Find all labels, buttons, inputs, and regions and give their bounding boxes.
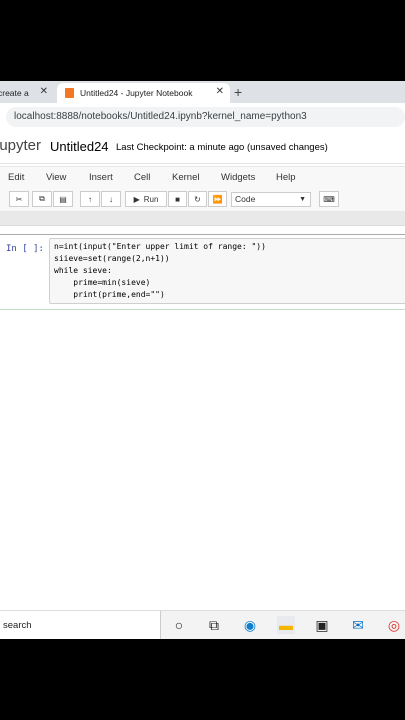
restart-icon: ↻ bbox=[194, 194, 201, 204]
restart-run-all-button[interactable]: ⏩ bbox=[208, 191, 227, 207]
stop-icon: ■ bbox=[175, 194, 180, 204]
menu-bar: Edit View Insert Cell Kernel Widgets Hel… bbox=[0, 166, 405, 190]
paste-icon: ▤ bbox=[59, 194, 67, 204]
menu-insert[interactable]: Insert bbox=[89, 172, 113, 183]
tab-label: Untitled24 - Jupyter Notebook bbox=[80, 88, 193, 98]
new-tab-icon[interactable]: + bbox=[234, 84, 242, 100]
cut-button[interactable]: ✂ bbox=[9, 191, 29, 207]
scissors-icon: ✂ bbox=[15, 194, 23, 204]
input-prompt: In [ ]: bbox=[6, 244, 44, 254]
chrome-icon[interactable]: ◎ bbox=[385, 616, 403, 634]
copy-button[interactable]: ⧉ bbox=[32, 191, 52, 207]
menu-help[interactable]: Help bbox=[276, 172, 296, 183]
code-cell[interactable]: In [ ]: n=int(input("Enter upper limit o… bbox=[0, 234, 405, 310]
arrow-up-icon: ↑ bbox=[88, 194, 92, 204]
toolbar: ✂ ⧉ ▤ ↑ ↓ ▶ Run ■ ↻ ⏩ Code ▼ ⌨ bbox=[0, 189, 405, 212]
move-down-button[interactable]: ↓ bbox=[101, 191, 121, 207]
logo-text: jupyter bbox=[0, 137, 42, 154]
close-icon[interactable]: ✕ bbox=[40, 86, 48, 97]
header-separator bbox=[0, 212, 405, 226]
taskbar-search-box[interactable]: search bbox=[0, 611, 161, 639]
interrupt-button[interactable]: ■ bbox=[168, 191, 187, 207]
menu-cell[interactable]: Cell bbox=[134, 172, 150, 183]
cortana-icon[interactable]: ○ bbox=[170, 616, 188, 634]
file-explorer-icon[interactable]: ▬ bbox=[277, 616, 295, 634]
menu-kernel[interactable]: Kernel bbox=[172, 172, 199, 183]
store-icon[interactable]: ▣ bbox=[313, 616, 331, 634]
code-line: siieve=set(range(2,n+1)) bbox=[54, 254, 170, 263]
command-palette-button[interactable]: ⌨ bbox=[319, 191, 339, 207]
move-up-button[interactable]: ↑ bbox=[80, 191, 100, 207]
menu-widgets[interactable]: Widgets bbox=[221, 172, 255, 183]
code-line: n=int(input("Enter upper limit of range:… bbox=[54, 242, 266, 251]
menu-edit[interactable]: Edit bbox=[8, 172, 24, 183]
arrow-down-icon: ↓ bbox=[109, 194, 113, 204]
task-view-icon[interactable]: ⧉ bbox=[205, 616, 223, 634]
restart-button[interactable]: ↻ bbox=[188, 191, 207, 207]
tab-label: create a bbox=[0, 88, 29, 98]
run-button[interactable]: ▶ Run bbox=[125, 191, 167, 207]
tab-create[interactable]: create a ✕ bbox=[0, 83, 54, 103]
code-editor[interactable]: n=int(input("Enter upper limit of range:… bbox=[49, 238, 405, 304]
cell-type-value: Code bbox=[235, 194, 256, 204]
code-line: prime=min(sieve) bbox=[54, 278, 151, 287]
tab-jupyter[interactable]: Untitled24 - Jupyter Notebook ✕ bbox=[57, 83, 230, 103]
code-line: print(prime,end="") bbox=[54, 290, 165, 299]
jupyter-logo[interactable]: jupyter bbox=[0, 137, 41, 154]
chevron-down-icon: ▼ bbox=[299, 196, 306, 203]
notebook-area: In [ ]: n=int(input("Enter upper limit o… bbox=[0, 212, 405, 639]
mail-icon[interactable]: ✉ bbox=[349, 616, 367, 634]
paste-button[interactable]: ▤ bbox=[53, 191, 73, 207]
search-placeholder: search bbox=[3, 620, 32, 631]
checkpoint-status: Last Checkpoint: a minute ago (unsaved c… bbox=[116, 142, 328, 153]
close-icon[interactable]: ✕ bbox=[216, 86, 224, 97]
jupyter-header: jupyter Untitled24 Last Checkpoint: a mi… bbox=[0, 131, 405, 164]
play-icon: ▶ bbox=[133, 194, 140, 204]
screen: create a ✕ Untitled24 - Jupyter Notebook… bbox=[0, 81, 405, 639]
windows-taskbar: search ○ ⧉ ◉ ▬ ▣ ✉ ◎ bbox=[0, 610, 405, 639]
copy-icon: ⧉ bbox=[39, 194, 45, 203]
notebook-title[interactable]: Untitled24 bbox=[50, 139, 109, 154]
jupyter-favicon-icon bbox=[65, 88, 74, 98]
run-label: Run bbox=[143, 194, 159, 204]
address-bar: localhost:8888/notebooks/Untitled24.ipyn… bbox=[0, 103, 405, 132]
menu-view[interactable]: View bbox=[46, 172, 66, 183]
code-line: while sieve: bbox=[54, 266, 112, 275]
edge-icon[interactable]: ◉ bbox=[241, 616, 259, 634]
url-text[interactable]: localhost:8888/notebooks/Untitled24.ipyn… bbox=[14, 111, 307, 122]
browser-tab-bar: create a ✕ Untitled24 - Jupyter Notebook… bbox=[0, 81, 405, 103]
keyboard-icon: ⌨ bbox=[323, 194, 335, 204]
fast-forward-icon: ⏩ bbox=[212, 194, 223, 204]
notebook-page: In [ ]: n=int(input("Enter upper limit o… bbox=[0, 226, 405, 639]
cell-type-select[interactable]: Code ▼ bbox=[231, 192, 311, 207]
